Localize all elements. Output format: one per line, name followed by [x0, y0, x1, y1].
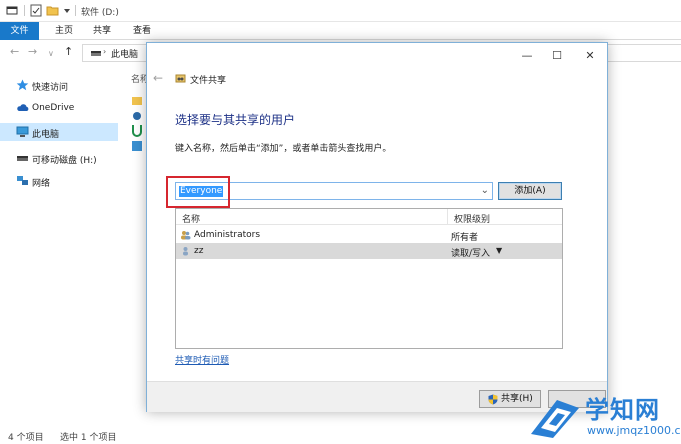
table-row[interactable]: Administrators 所有者 [176, 227, 562, 243]
file-sharing-icon [175, 74, 186, 83]
sidebar-item-label: 此电脑 [32, 130, 60, 140]
qa-separator [24, 5, 25, 16]
star-icon [16, 79, 29, 91]
watermark-url: www.jmqz1000.com [587, 424, 681, 437]
tab-file[interactable]: 文件 [0, 22, 39, 40]
back-arrow-icon[interactable]: ← [153, 71, 163, 85]
add-button[interactable]: 添加(A) [498, 182, 562, 200]
drive-icon [91, 51, 101, 56]
row-user-name: Administrators [194, 230, 261, 240]
maximize-icon[interactable]: ☐ [542, 48, 572, 64]
window-title: 软件 (D:) [81, 8, 119, 18]
file-item-icons [132, 97, 142, 151]
uac-shield-icon [488, 394, 498, 405]
status-item-count: 4 个项目 [8, 433, 44, 443]
sidebar-item-onedrive[interactable]: OneDrive [0, 99, 118, 117]
highlight-box [166, 176, 230, 208]
dialog-title: 文件共享 [190, 76, 227, 86]
computer-icon [16, 126, 29, 137]
user-icon [183, 247, 188, 256]
file-sharing-dialog: — ☐ ✕ ← 文件共享 选择要与其共享的用户 键入名称，然后单击“添加”，或者… [146, 42, 608, 412]
tab-share[interactable]: 共享 [84, 22, 120, 40]
minimize-icon[interactable]: — [512, 48, 542, 64]
table-row[interactable]: zz 读取/写入 ▼ [176, 243, 562, 259]
forward-arrow-icon[interactable]: → [28, 46, 37, 58]
share-user-table: 名称 权限级别 Administrators 所有者 zz 读取/写入 ▼ [175, 208, 563, 349]
sidebar-item-label: 可移动磁盘 (H:) [32, 156, 97, 166]
column-header-permission[interactable]: 权限级别 [448, 209, 562, 225]
explorer-app-icon [6, 6, 18, 15]
sidebar-item-network[interactable]: 网络 [0, 172, 118, 190]
sidebar-item-quick-access[interactable]: 快速访问 [0, 76, 118, 94]
sidebar-item-label: 快速访问 [32, 83, 69, 93]
address-text: 此电脑 [111, 50, 139, 60]
back-arrow-icon[interactable]: ← [10, 46, 19, 58]
up-arrow-icon[interactable]: ↑ [64, 46, 73, 58]
column-header-name[interactable]: 名称 [176, 209, 448, 225]
row-permission: 所有者 [451, 233, 479, 243]
navigation-pane: 快速访问 OneDrive 此电脑 可移动磁盘 (H:) 网络 [0, 66, 122, 422]
sidebar-item-this-pc[interactable]: 此电脑 [0, 123, 118, 141]
sidebar-item-removable-drive[interactable]: 可移动磁盘 (H:) [0, 149, 118, 167]
tab-home[interactable]: 主页 [46, 22, 82, 40]
customize-qa-chevron-icon[interactable] [63, 4, 71, 17]
close-icon[interactable]: ✕ [575, 48, 605, 64]
user-group-icon [181, 231, 191, 240]
site-watermark: 学知网 www.jmqz1000.com [515, 388, 681, 444]
row-permission[interactable]: 读取/写入 [451, 246, 490, 259]
cloud-icon [17, 104, 29, 111]
chevron-down-icon[interactable]: ⌄ [481, 185, 489, 196]
row-user-name: zz [194, 246, 204, 256]
watermark-text: 学知网 [585, 396, 660, 424]
qa-separator [75, 5, 76, 16]
breadcrumb-chevron-icon[interactable]: › [103, 47, 106, 56]
tab-view[interactable]: 查看 [124, 22, 160, 40]
ribbon-tabs: 文件 主页 共享 查看 [0, 22, 681, 40]
recent-chevron-icon[interactable]: ∨ [48, 48, 54, 60]
properties-icon[interactable] [30, 4, 42, 17]
explorer-titlebar: 软件 (D:) [0, 0, 681, 22]
sidebar-item-label: 网络 [32, 179, 51, 189]
new-folder-icon[interactable] [46, 4, 59, 17]
permission-dropdown-icon[interactable]: ▼ [496, 246, 502, 255]
usb-drive-icon [17, 156, 28, 161]
dialog-instruction: 键入名称，然后单击“添加”，或者单击箭头查找用户。 [175, 144, 392, 154]
status-selection: 选中 1 个项目 [60, 433, 117, 443]
sharing-trouble-link[interactable]: 共享时有问题 [175, 353, 229, 366]
network-icon [17, 176, 28, 185]
sidebar-item-label: OneDrive [32, 103, 75, 113]
dialog-heading: 选择要与其共享的用户 [175, 113, 296, 127]
watermark-logo-icon [531, 400, 579, 438]
